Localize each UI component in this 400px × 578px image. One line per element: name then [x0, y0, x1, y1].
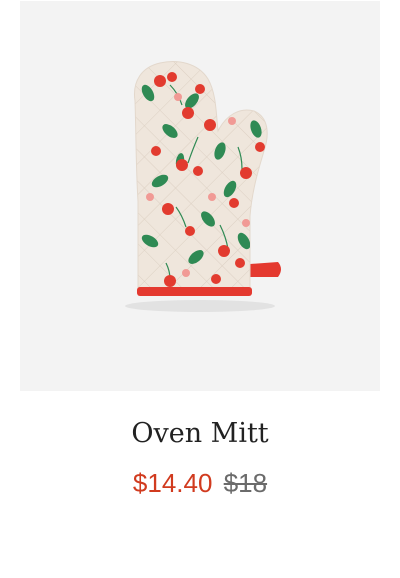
original-price: $18: [223, 468, 268, 498]
product-image[interactable]: [20, 1, 380, 391]
oven-mitt-image: [125, 61, 281, 312]
product-title[interactable]: Oven Mitt: [0, 418, 400, 450]
product-card[interactable]: Oven Mitt $14.40 $18: [0, 0, 400, 578]
sale-price: $14.40: [132, 468, 213, 498]
price-row: $14.40 $18: [0, 468, 400, 499]
